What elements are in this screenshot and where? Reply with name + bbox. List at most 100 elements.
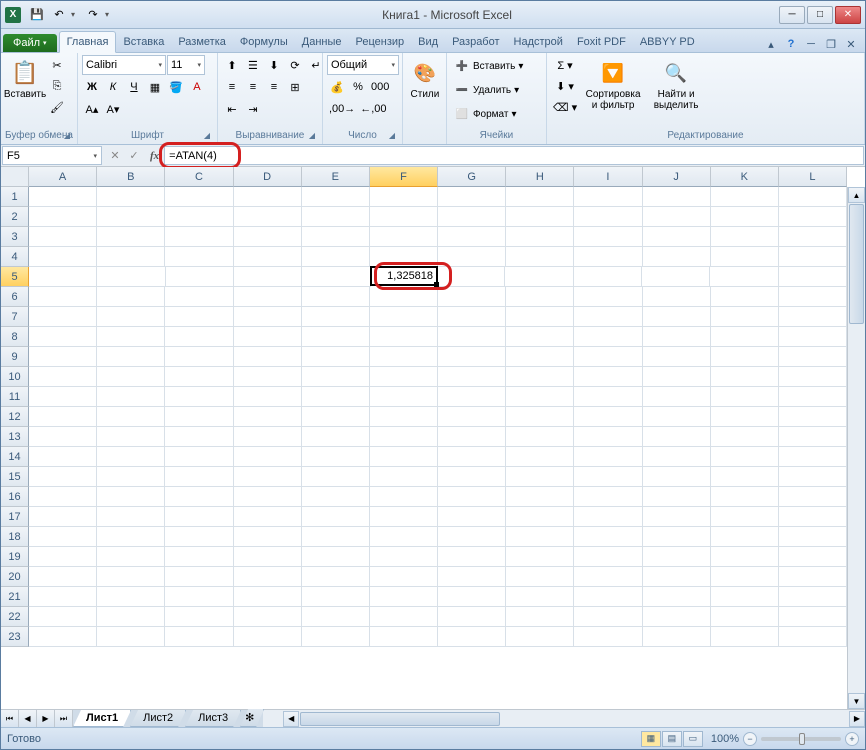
cell-E22[interactable] xyxy=(302,607,370,627)
cell-A14[interactable] xyxy=(29,447,97,467)
cell-L9[interactable] xyxy=(779,347,847,367)
cell-I15[interactable] xyxy=(574,467,642,487)
zoom-out-button[interactable]: − xyxy=(743,732,757,746)
cell-H9[interactable] xyxy=(506,347,574,367)
cell-I1[interactable] xyxy=(574,187,642,207)
cell-C23[interactable] xyxy=(165,627,233,647)
cell-J6[interactable] xyxy=(643,287,711,307)
cell-F4[interactable] xyxy=(370,247,438,267)
cell-G14[interactable] xyxy=(438,447,506,467)
cell-A8[interactable] xyxy=(29,327,97,347)
cell-J19[interactable] xyxy=(643,547,711,567)
cell-J2[interactable] xyxy=(643,207,711,227)
page-layout-view-button[interactable]: ▤ xyxy=(662,731,682,747)
cell-J12[interactable] xyxy=(643,407,711,427)
orientation-button[interactable]: ⟳ xyxy=(285,55,305,75)
column-header-L[interactable]: L xyxy=(779,167,847,187)
cell-G16[interactable] xyxy=(438,487,506,507)
help-icon[interactable]: ? xyxy=(783,36,799,52)
cell-J18[interactable] xyxy=(643,527,711,547)
cell-L18[interactable] xyxy=(779,527,847,547)
cell-L23[interactable] xyxy=(779,627,847,647)
cell-J3[interactable] xyxy=(643,227,711,247)
paste-button[interactable]: 📋 Вставить xyxy=(5,55,45,102)
cell-E9[interactable] xyxy=(302,347,370,367)
cell-H21[interactable] xyxy=(506,587,574,607)
number-dialog-launcher[interactable]: ◢ xyxy=(386,129,398,141)
cell-I9[interactable] xyxy=(574,347,642,367)
cell-I20[interactable] xyxy=(574,567,642,587)
cell-H10[interactable] xyxy=(506,367,574,387)
cell-K9[interactable] xyxy=(711,347,779,367)
cell-J15[interactable] xyxy=(643,467,711,487)
cell-A13[interactable] xyxy=(29,427,97,447)
cell-J14[interactable] xyxy=(643,447,711,467)
cell-B16[interactable] xyxy=(97,487,165,507)
font-name-combo[interactable]: Calibri▾ xyxy=(82,55,166,75)
row-header-11[interactable]: 11 xyxy=(1,387,29,407)
cell-G21[interactable] xyxy=(438,587,506,607)
cell-K5[interactable] xyxy=(710,267,778,287)
cell-C9[interactable] xyxy=(165,347,233,367)
normal-view-button[interactable]: ▦ xyxy=(641,731,661,747)
cell-I17[interactable] xyxy=(574,507,642,527)
tab-insert[interactable]: Вставка xyxy=(116,32,171,52)
cell-B3[interactable] xyxy=(97,227,165,247)
cell-C11[interactable] xyxy=(165,387,233,407)
cell-E14[interactable] xyxy=(302,447,370,467)
cell-G11[interactable] xyxy=(438,387,506,407)
cell-K21[interactable] xyxy=(711,587,779,607)
cell-D22[interactable] xyxy=(234,607,302,627)
cell-D19[interactable] xyxy=(234,547,302,567)
cell-L1[interactable] xyxy=(779,187,847,207)
column-header-F[interactable]: F xyxy=(370,167,438,187)
cell-L14[interactable] xyxy=(779,447,847,467)
tab-foxit[interactable]: Foxit PDF xyxy=(570,32,633,52)
cell-K2[interactable] xyxy=(711,207,779,227)
cell-G23[interactable] xyxy=(438,627,506,647)
cell-I5[interactable] xyxy=(574,267,642,287)
cell-H5[interactable] xyxy=(505,267,573,287)
cell-G9[interactable] xyxy=(438,347,506,367)
cell-A11[interactable] xyxy=(29,387,97,407)
scroll-left-button[interactable]: ◀ xyxy=(283,711,299,727)
cell-E21[interactable] xyxy=(302,587,370,607)
cell-H18[interactable] xyxy=(506,527,574,547)
column-header-I[interactable]: I xyxy=(574,167,642,187)
cell-B20[interactable] xyxy=(97,567,165,587)
currency-button[interactable]: 💰 xyxy=(327,77,347,97)
cell-D7[interactable] xyxy=(234,307,302,327)
styles-button[interactable]: 🎨 Стили xyxy=(407,55,443,102)
cell-C5[interactable] xyxy=(166,267,234,287)
font-size-combo[interactable]: 11▾ xyxy=(167,55,205,75)
decrease-decimal-button[interactable]: ←,00 xyxy=(358,99,388,119)
cell-D6[interactable] xyxy=(234,287,302,307)
cell-C10[interactable] xyxy=(165,367,233,387)
row-header-6[interactable]: 6 xyxy=(1,287,29,307)
cell-K3[interactable] xyxy=(711,227,779,247)
sheet-last-button[interactable]: ⏭ xyxy=(55,710,73,727)
cell-J16[interactable] xyxy=(643,487,711,507)
cell-E23[interactable] xyxy=(302,627,370,647)
cell-F20[interactable] xyxy=(370,567,438,587)
zoom-thumb[interactable] xyxy=(799,733,805,745)
cell-A18[interactable] xyxy=(29,527,97,547)
cell-A15[interactable] xyxy=(29,467,97,487)
cell-G15[interactable] xyxy=(438,467,506,487)
cell-H23[interactable] xyxy=(506,627,574,647)
cell-H1[interactable] xyxy=(506,187,574,207)
cell-E8[interactable] xyxy=(302,327,370,347)
cell-D16[interactable] xyxy=(234,487,302,507)
cell-A19[interactable] xyxy=(29,547,97,567)
cell-K23[interactable] xyxy=(711,627,779,647)
tab-home[interactable]: Главная xyxy=(59,31,117,53)
italic-button[interactable]: К xyxy=(103,77,123,97)
cell-F5[interactable]: 1,325818 xyxy=(370,266,438,286)
cell-J20[interactable] xyxy=(643,567,711,587)
find-select-button[interactable]: 🔍 Найти и выделить xyxy=(647,55,705,113)
cell-G6[interactable] xyxy=(438,287,506,307)
cell-E15[interactable] xyxy=(302,467,370,487)
cell-B15[interactable] xyxy=(97,467,165,487)
tab-data[interactable]: Данные xyxy=(295,32,349,52)
save-button[interactable]: 💾 xyxy=(27,5,47,25)
